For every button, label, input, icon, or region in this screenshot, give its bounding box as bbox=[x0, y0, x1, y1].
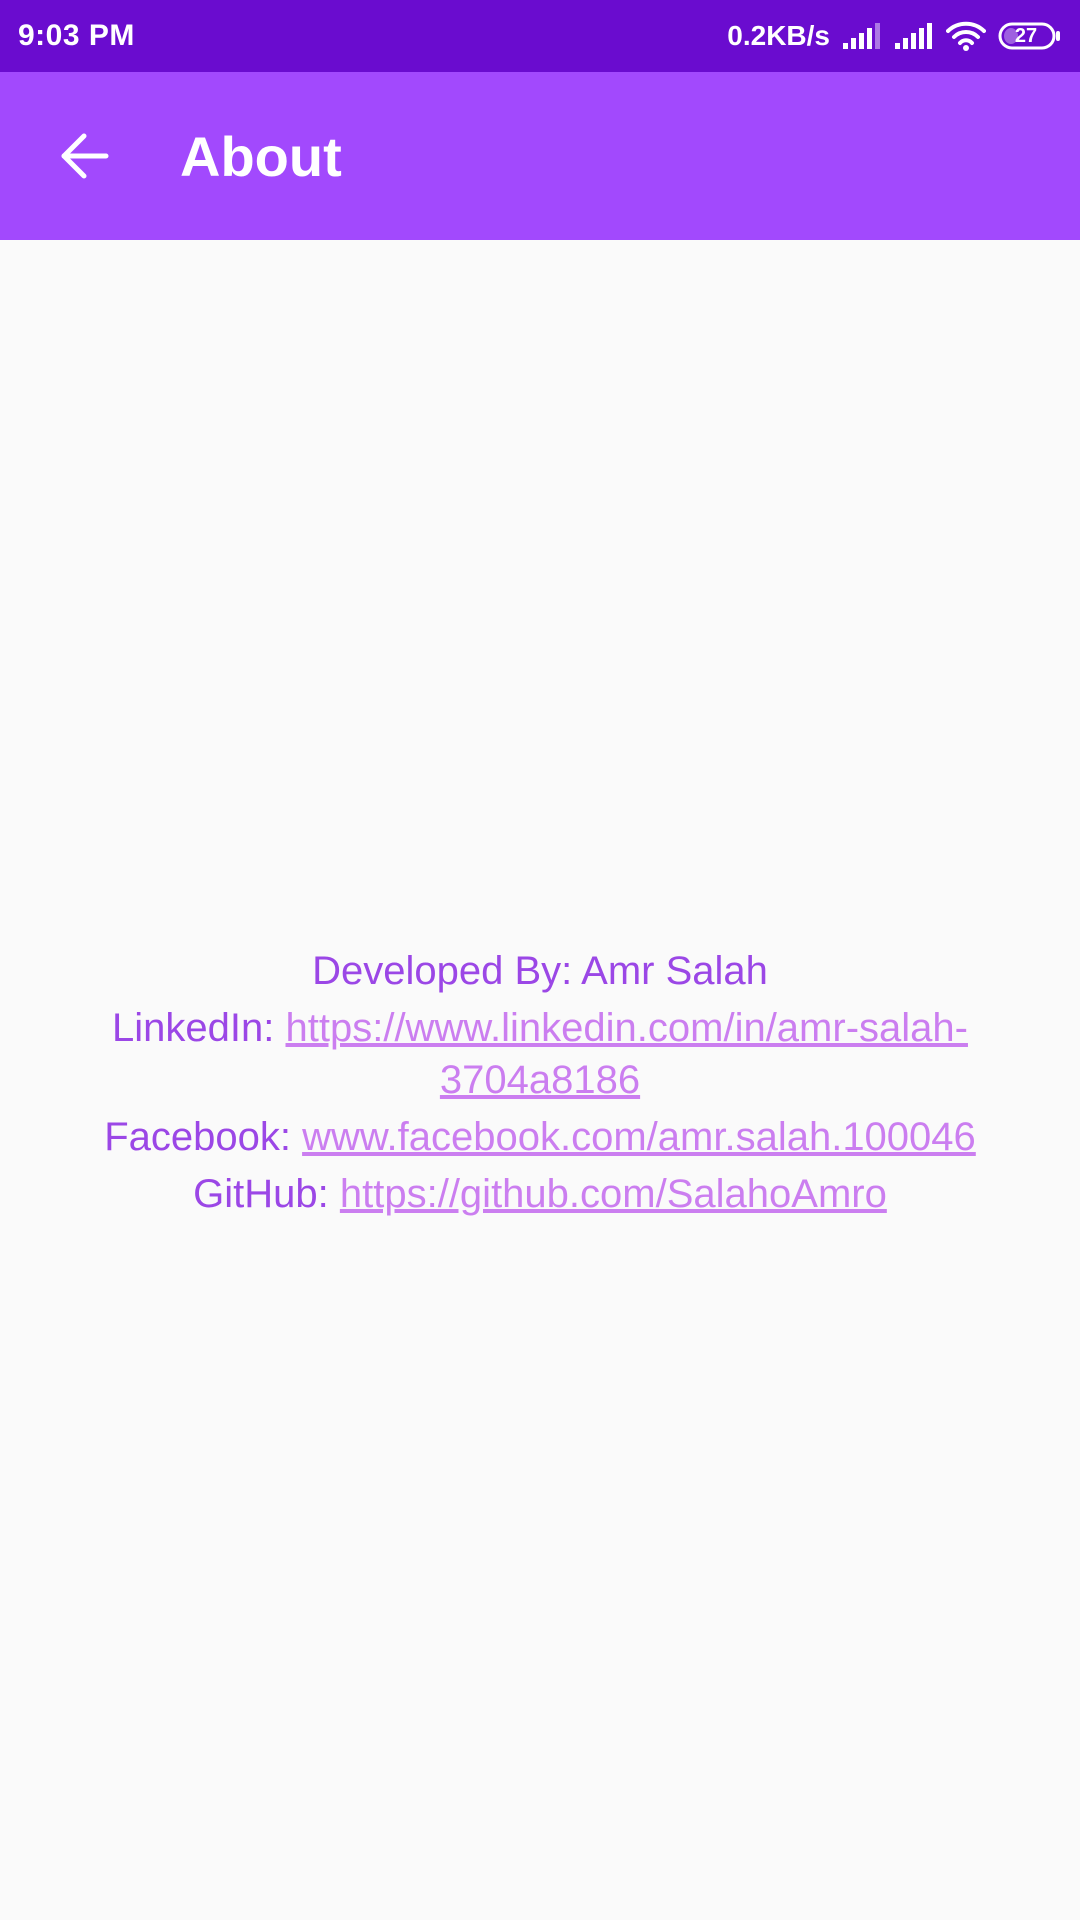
status-icons: 0.2KB/s 27 bbox=[727, 20, 1062, 52]
signal-icon-2 bbox=[894, 22, 934, 50]
app-bar: About bbox=[0, 72, 1080, 240]
page-title: About bbox=[180, 124, 342, 188]
wifi-icon bbox=[946, 21, 986, 51]
about-content: Developed By: Amr Salah LinkedIn: https:… bbox=[0, 240, 1080, 1920]
github-line: GitHub: https://github.com/SalahoAmro bbox=[60, 1168, 1020, 1220]
battery-level: 27 bbox=[1014, 24, 1038, 47]
about-info: Developed By: Amr Salah LinkedIn: https:… bbox=[60, 945, 1020, 1225]
facebook-label: Facebook: bbox=[104, 1115, 303, 1159]
network-speed: 0.2KB/s bbox=[727, 20, 830, 51]
status-time: 9:03 PM bbox=[18, 19, 135, 52]
status-bar: 9:03 PM 0.2KB/s 27 bbox=[0, 0, 1080, 72]
facebook-link[interactable]: www.facebook.com/amr.salah.100046 bbox=[302, 1115, 976, 1159]
signal-icon bbox=[842, 22, 882, 50]
developer-label: Developed By: bbox=[312, 949, 582, 993]
developer-line: Developed By: Amr Salah bbox=[60, 945, 1020, 997]
github-label: GitHub: bbox=[193, 1172, 340, 1216]
back-button[interactable] bbox=[24, 96, 144, 216]
linkedin-line: LinkedIn: https://www.linkedin.com/in/am… bbox=[60, 1002, 1020, 1106]
developer-name: Amr Salah bbox=[581, 949, 768, 993]
arrow-left-icon bbox=[61, 133, 109, 179]
linkedin-label: LinkedIn: bbox=[112, 1006, 286, 1050]
battery-icon: 27 bbox=[998, 21, 1062, 51]
facebook-line: Facebook: www.facebook.com/amr.salah.100… bbox=[60, 1111, 1020, 1163]
linkedin-link[interactable]: https://www.linkedin.com/in/amr-salah-37… bbox=[286, 1006, 968, 1102]
github-link[interactable]: https://github.com/SalahoAmro bbox=[340, 1172, 887, 1216]
